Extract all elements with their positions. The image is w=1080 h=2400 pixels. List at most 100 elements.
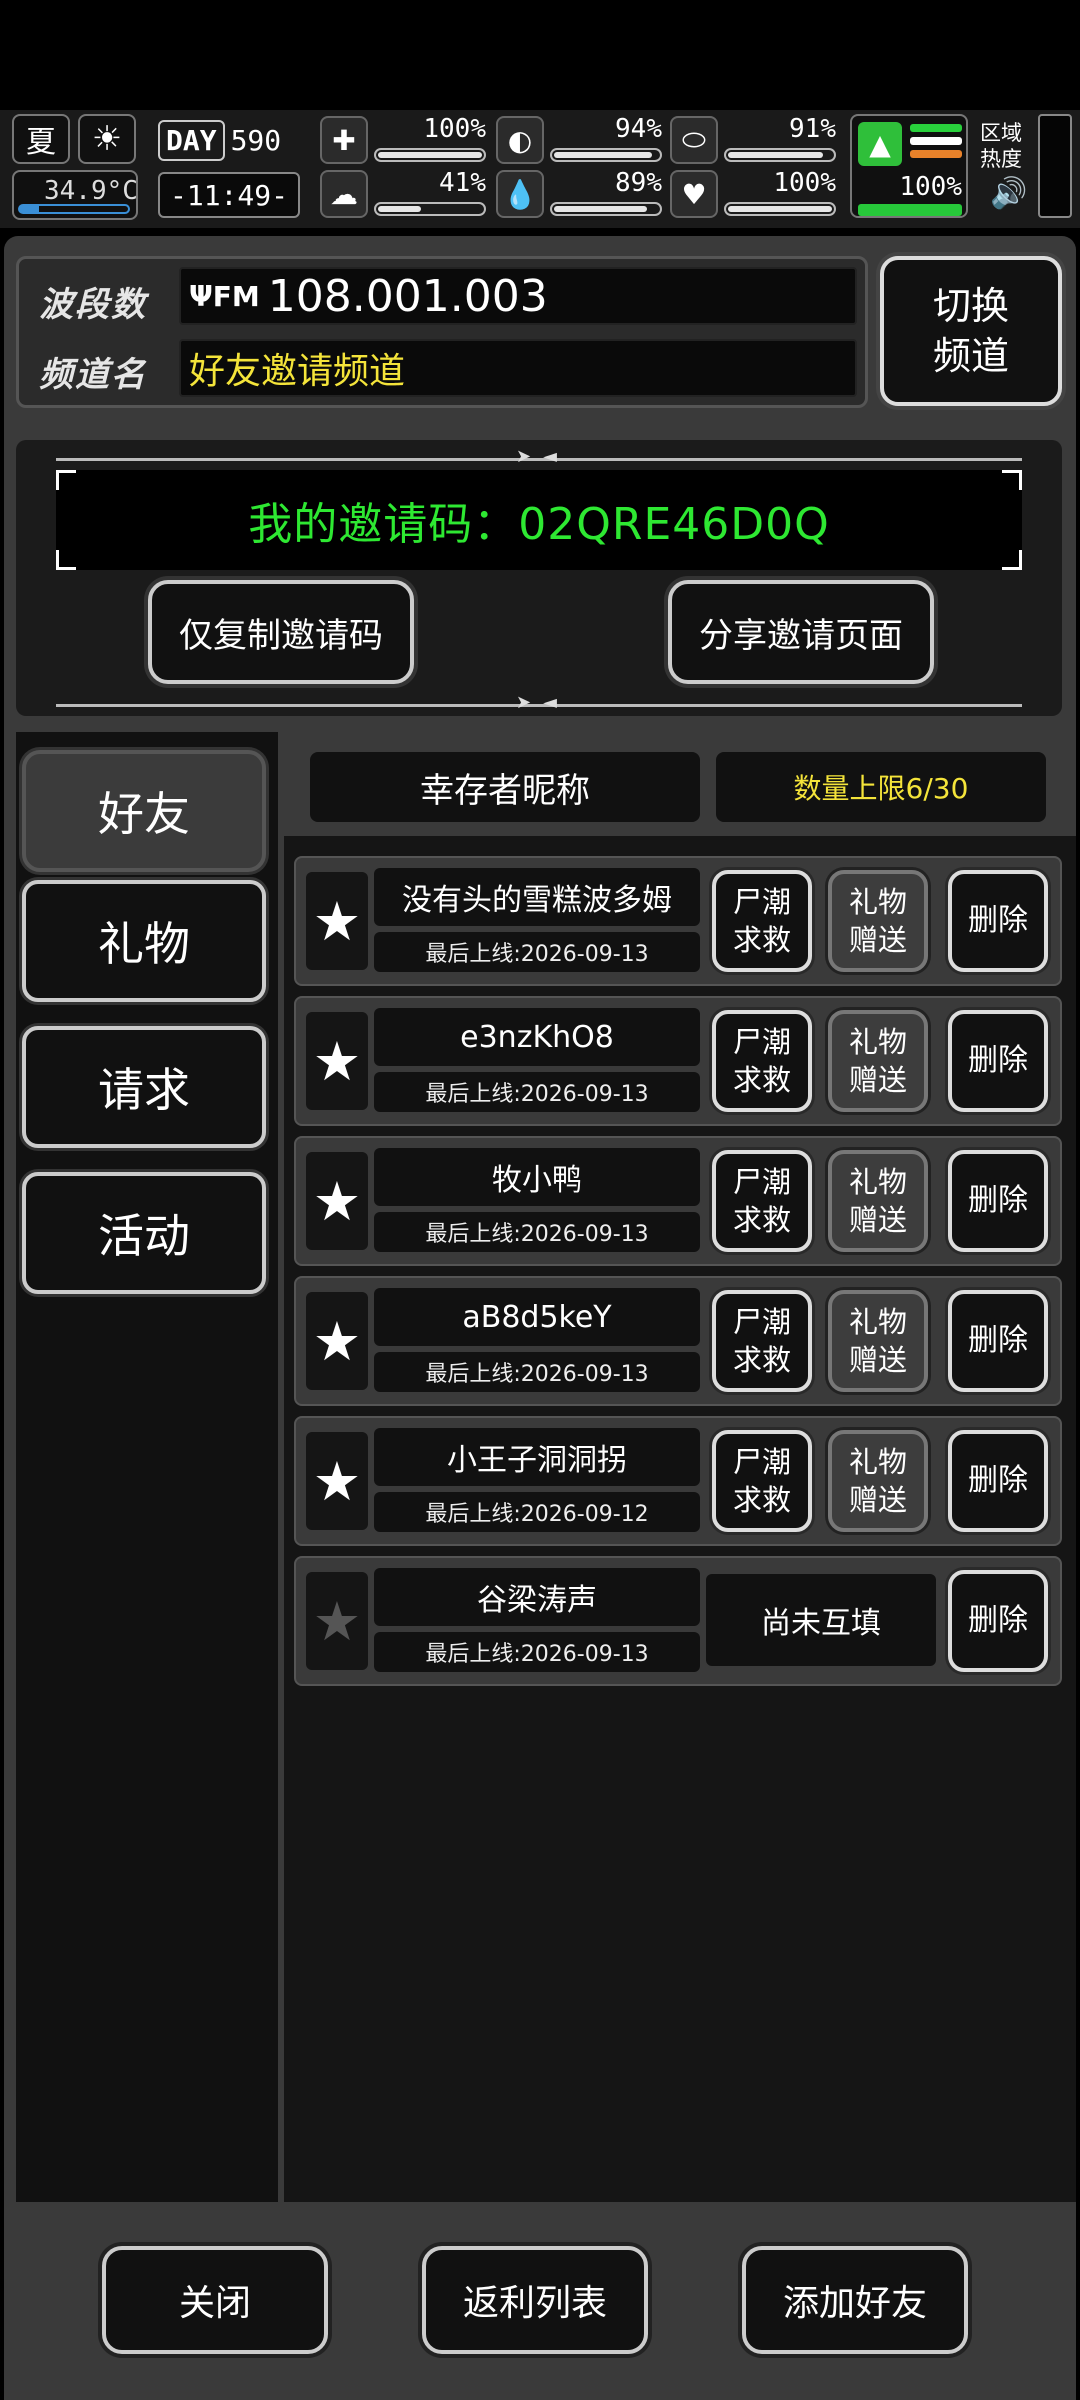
friend-row: ★ 牧小鸭最后上线:2026-09-13 尸潮 求救 礼物 赠送 删除 xyxy=(294,1136,1062,1266)
friend-panel: 波段数 ΨFM 108.001.003 频道名 好友邀请频道 切换 频道 ➤◄ … xyxy=(4,236,1076,2400)
zombie-tide-rescue-button[interactable]: 尸潮 求救 xyxy=(712,870,812,972)
share-invite-page-button[interactable]: 分享邀请页面 xyxy=(668,580,934,684)
switch-channel-button[interactable]: 切换 频道 xyxy=(880,256,1062,406)
zombie-stripes xyxy=(910,124,962,164)
stomach-icon: ◐ xyxy=(496,116,544,164)
star-icon[interactable]: ★ xyxy=(306,1572,368,1670)
friend-nickname: e3nzKhO8 xyxy=(374,1008,700,1066)
rebate-list-button[interactable]: 返利列表 xyxy=(422,2246,648,2354)
friend-row: ★ 谷梁涛声 最后上线:2026-09-13 尚未互填 删除 xyxy=(294,1556,1062,1686)
day-label: DAY xyxy=(158,119,225,161)
speaker-icon[interactable]: 🔊 xyxy=(990,176,1027,211)
divider-arrows-bottom: ➤◄ xyxy=(516,692,569,713)
divider-arrows-top: ➤◄ xyxy=(516,446,569,467)
stat-bar xyxy=(374,148,486,162)
gift-send-button[interactable]: 礼物 赠送 xyxy=(828,870,928,972)
stat-bar xyxy=(550,148,662,162)
tab-friends[interactable]: 好友 xyxy=(22,750,266,872)
stat-bar xyxy=(550,202,662,216)
delete-friend-button[interactable]: 删除 xyxy=(948,1430,1048,1532)
friend-nickname: 没有头的雪糕波多姆 xyxy=(374,868,700,926)
friend-last-online: 最后上线:2026-09-13 xyxy=(374,1072,700,1112)
invite-code: 我的邀请码：02QRE46D0Q xyxy=(248,499,830,550)
zombie-icon: ▲ xyxy=(858,122,902,166)
friend-last-online: 最后上线:2026-09-13 xyxy=(374,1212,700,1252)
delete-friend-button[interactable]: 删除 xyxy=(948,1010,1048,1112)
temperature-value: 34.9°C xyxy=(44,176,138,206)
sun-icon: ☀ xyxy=(78,114,136,164)
pill-icon: ⬭ xyxy=(670,116,718,164)
friend-nickname: 牧小鸭 xyxy=(374,1148,700,1206)
stat-water-drop: 💧 89% xyxy=(496,168,664,220)
category-sidebar: 好友 礼物 请求 活动 xyxy=(16,732,278,2202)
brain-icon: ☁ xyxy=(320,170,368,218)
stat-stomach: ◐ 94% xyxy=(496,114,664,166)
area-heat-slot xyxy=(1038,114,1072,218)
day-number: 590 xyxy=(230,123,282,157)
game-clock: -11:49- xyxy=(158,172,300,218)
temperature-bar xyxy=(18,204,130,214)
friend-limit-counter: 数量上限6/30 xyxy=(716,752,1046,822)
switch-channel-label: 切换 频道 xyxy=(932,284,1009,378)
friend-last-online: 最后上线:2026-09-13 xyxy=(374,1352,700,1392)
copy-invite-code-button[interactable]: 仅复制邀请码 xyxy=(148,580,414,684)
stat-percent: 89% xyxy=(615,168,662,198)
fm-antenna-icon: ΨFM xyxy=(189,279,260,313)
medkit-icon: ✚ xyxy=(320,116,368,164)
delete-friend-button[interactable]: 删除 xyxy=(948,1570,1048,1672)
season-label: 夏 xyxy=(26,125,56,160)
channel-name: 好友邀请频道 xyxy=(189,351,406,392)
friend-list-header: 幸存者昵称 数量上限6/30 xyxy=(284,732,1076,836)
temperature-display: 34.9°C xyxy=(12,170,138,220)
close-button[interactable]: 关闭 xyxy=(102,2246,328,2354)
gift-send-button[interactable]: 礼物 赠送 xyxy=(828,1150,928,1252)
star-icon[interactable]: ★ xyxy=(306,1012,368,1110)
friend-nickname: 谷梁涛声 xyxy=(374,1568,700,1626)
channel-label: 频道名 xyxy=(39,355,147,395)
zombie-tide-rescue-button[interactable]: 尸潮 求救 xyxy=(712,1290,812,1392)
star-icon[interactable]: ★ xyxy=(306,1292,368,1390)
add-friend-button[interactable]: 添加好友 xyxy=(742,2246,968,2354)
area-heat-label: 区域热度 xyxy=(980,121,1022,171)
zombie-status: ▲ 100% xyxy=(850,114,968,218)
zombie-percent: 100% xyxy=(899,172,962,202)
tab-events[interactable]: 活动 xyxy=(22,1172,266,1294)
band-label: 波段数 xyxy=(39,285,147,325)
stat-bar xyxy=(724,202,836,216)
stat-pill: ⬭ 91% xyxy=(670,114,838,166)
invite-code-box: 我的邀请码：02QRE46D0Q xyxy=(56,470,1022,570)
star-icon[interactable]: ★ xyxy=(306,1152,368,1250)
friend-row: ★ aB8d5keY 最后上线:2026-09-13 尸潮 求救 礼物 赠送 删除 xyxy=(294,1276,1062,1406)
star-icon[interactable]: ★ xyxy=(306,1432,368,1530)
delete-friend-button[interactable]: 删除 xyxy=(948,1150,1048,1252)
frequency-value: 108.001.003 xyxy=(267,270,548,322)
gift-send-button[interactable]: 礼物 赠送 xyxy=(828,1290,928,1392)
delete-friend-button[interactable]: 删除 xyxy=(948,1290,1048,1392)
star-icon[interactable]: ★ xyxy=(306,872,368,970)
stat-brain: ☁ 41% xyxy=(320,168,488,220)
stat-bar xyxy=(724,148,836,162)
season-indicator: 夏 xyxy=(12,114,70,164)
radio-info: 波段数 ΨFM 108.001.003 频道名 好友邀请频道 xyxy=(16,256,868,408)
stat-heart: ♥ 100% xyxy=(670,168,838,220)
stat-percent: 91% xyxy=(789,114,836,144)
invite-section: ➤◄ 我的邀请码：02QRE46D0Q 仅复制邀请码 分享邀请页面 ➤◄ xyxy=(16,440,1062,716)
channel-field: 好友邀请频道 xyxy=(179,339,857,397)
friend-row: ★ 没有头的雪糕波多姆 最后上线:2026-09-13 尸潮 求救 礼物 赠送 删除 xyxy=(294,856,1062,986)
delete-friend-button[interactable]: 删除 xyxy=(948,870,1048,972)
gift-send-button[interactable]: 礼物 赠送 xyxy=(828,1010,928,1112)
friend-row: ★ e3nzKhO8 最后上线:2026-09-13 尸潮 求救 礼物 赠送 删除 xyxy=(294,996,1062,1126)
zombie-tide-rescue-button[interactable]: 尸潮 求救 xyxy=(712,1150,812,1252)
gift-send-button[interactable]: 礼物 赠送 xyxy=(828,1430,928,1532)
frequency-field: ΨFM 108.001.003 xyxy=(179,267,857,325)
tab-gifts[interactable]: 礼物 xyxy=(22,880,266,1002)
friend-row: ★ 小王子洞洞拐 最后上线:2026-09-12 尸潮 求救 礼物 赠送 删除 xyxy=(294,1416,1062,1546)
stat-percent: 100% xyxy=(423,114,486,144)
zombie-tide-rescue-button[interactable]: 尸潮 求救 xyxy=(712,1430,812,1532)
zombie-tide-rescue-button[interactable]: 尸潮 求救 xyxy=(712,1010,812,1112)
tab-requests[interactable]: 请求 xyxy=(22,1026,266,1148)
water-drop-icon: 💧 xyxy=(496,170,544,218)
friend-last-online: 最后上线:2026-09-13 xyxy=(374,1632,700,1672)
nickname-column-header: 幸存者昵称 xyxy=(310,752,700,822)
friend-nickname: aB8d5keY xyxy=(374,1288,700,1346)
